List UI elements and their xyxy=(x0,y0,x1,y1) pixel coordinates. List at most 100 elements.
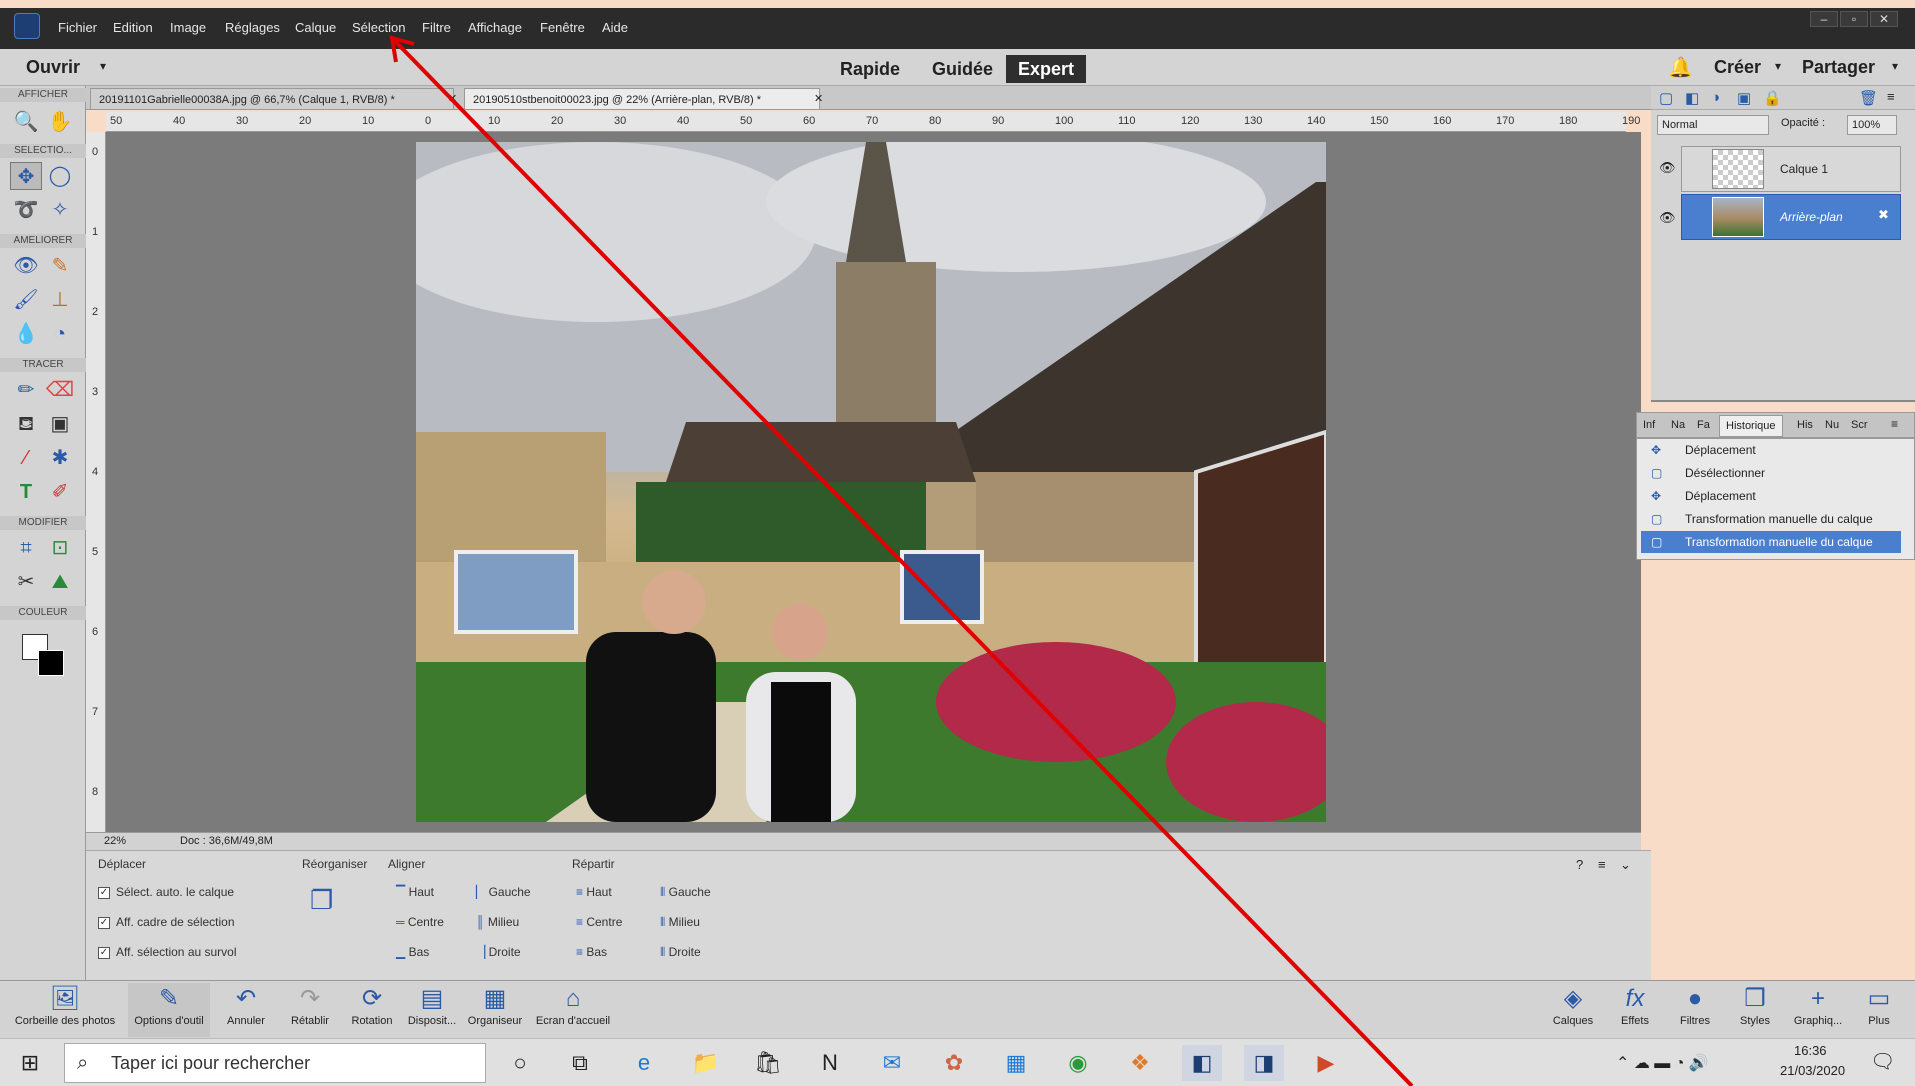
content-aware-move-icon[interactable]: ✂ xyxy=(10,568,42,596)
custom-shape-icon[interactable]: ✱ xyxy=(44,444,76,472)
layer-calque-1[interactable]: Calque 1 xyxy=(1681,146,1901,192)
lasso-icon[interactable]: ➰ xyxy=(10,196,42,224)
file-explorer-icon[interactable]: 📁 xyxy=(686,1045,726,1081)
tab-info[interactable]: Inf xyxy=(1643,419,1655,431)
history-item-selected[interactable]: ▢ Transformation manuelle du calque xyxy=(1641,531,1901,553)
redo-button[interactable]: ↷ Rétablir xyxy=(280,983,340,1037)
effects-button[interactable]: fx Effets xyxy=(1610,983,1660,1037)
menu-aide[interactable]: Aide xyxy=(602,20,628,35)
gradient-icon[interactable]: ▣ xyxy=(44,410,76,438)
menu-selection[interactable]: Sélection xyxy=(352,20,405,35)
crop-icon[interactable]: ⌗ xyxy=(10,534,42,562)
sponge-icon[interactable]: ◔ xyxy=(44,320,76,348)
close-tab-2-icon[interactable]: ✕ xyxy=(814,92,823,105)
blur-icon[interactable]: 💧 xyxy=(10,320,42,348)
photoshop-elements-icon[interactable]: ◧ xyxy=(1182,1045,1222,1081)
distribute-bottom-button[interactable]: ≡ Bas xyxy=(576,945,607,959)
create-button[interactable]: Créer xyxy=(1714,57,1761,78)
chrome-icon[interactable]: ◉ xyxy=(1058,1045,1098,1081)
share-button[interactable]: Partager xyxy=(1802,57,1875,78)
tool-options-button[interactable]: ✎ Options d'outil xyxy=(128,983,210,1037)
history-item[interactable]: ✥ Déplacement xyxy=(1641,485,1901,507)
open-button[interactable]: Ouvrir xyxy=(26,57,80,78)
store-icon[interactable]: 🛍 xyxy=(748,1045,788,1081)
history-item[interactable]: ✥ Déplacement xyxy=(1641,439,1901,461)
history-item[interactable]: ▢ Désélectionner xyxy=(1641,462,1901,484)
taskbar-search-input[interactable]: ⌕ Taper ici pour rechercher xyxy=(64,1043,486,1083)
graphics-button[interactable]: + Graphiq... xyxy=(1790,983,1846,1037)
history-item[interactable]: ▢ Transformation manuelle du calque xyxy=(1641,508,1901,530)
distribute-right-button[interactable]: ⦀ Droite xyxy=(660,945,701,960)
blend-mode-select[interactable]: Normal xyxy=(1657,115,1769,135)
smart-brush-icon[interactable]: 🖌 xyxy=(10,286,42,314)
document-tab-1[interactable]: 20191101Gabrielle00038A.jpg @ 66,7% (Cal… xyxy=(90,88,454,110)
visibility-eye-icon[interactable]: 👁 xyxy=(1659,160,1676,176)
show-bounding-box-checkbox[interactable]: ✓ Aff. cadre de sélection xyxy=(98,915,235,929)
help-icon[interactable]: ? xyxy=(1576,857,1583,872)
trash-icon[interactable]: 🗑 xyxy=(1859,89,1878,107)
lock-icon[interactable]: 🔒 xyxy=(1763,89,1782,107)
home-screen-button[interactable]: ⌂ Ecran d'accueil xyxy=(530,983,616,1037)
move-tool-icon[interactable]: ✥ xyxy=(10,162,42,190)
align-left-button[interactable]: ▏ Gauche xyxy=(476,885,531,899)
menu-affichage[interactable]: Affichage xyxy=(468,20,522,35)
ellipse-marquee-icon[interactable]: ◯ xyxy=(44,162,76,190)
menu-calque[interactable]: Calque xyxy=(295,20,336,35)
distribute-middle-button[interactable]: ⦀ Milieu xyxy=(660,915,700,930)
app-n-icon[interactable]: N xyxy=(810,1045,850,1081)
maximize-button[interactable]: ▫ xyxy=(1840,11,1868,27)
new-group-icon[interactable]: ◧ xyxy=(1685,89,1699,107)
eyedropper-icon[interactable]: ⁄ xyxy=(10,444,42,472)
more-button[interactable]: ▭ Plus xyxy=(1854,983,1904,1037)
history-menu-icon[interactable]: ≡ xyxy=(1891,417,1898,431)
red-eye-icon[interactable]: 👁 xyxy=(10,252,42,280)
arrange-icon[interactable]: ❐ xyxy=(310,885,352,921)
tab-historique[interactable]: Historique xyxy=(1719,415,1783,437)
calendar-icon[interactable]: ▦ xyxy=(996,1045,1036,1081)
rotate-button[interactable]: ⟳ Rotation xyxy=(342,983,402,1037)
menu-fenetre[interactable]: Fenêtre xyxy=(540,20,585,35)
align-top-button[interactable]: ▔ Haut xyxy=(396,885,434,899)
minimize-button[interactable]: – xyxy=(1810,11,1838,27)
menu-fichier[interactable]: Fichier xyxy=(58,20,97,35)
tab-guidee[interactable]: Guidée xyxy=(920,55,1005,83)
clock-time[interactable]: 16:36 xyxy=(1794,1043,1827,1058)
menu-image[interactable]: Image xyxy=(170,20,206,35)
recompose-icon[interactable]: ⊡ xyxy=(44,534,76,562)
notification-bell-icon[interactable]: 🔔 xyxy=(1668,55,1693,80)
styles-button[interactable]: ❒ Styles xyxy=(1730,983,1780,1037)
edge-icon[interactable]: e xyxy=(624,1045,664,1081)
tab-rapide[interactable]: Rapide xyxy=(828,55,912,83)
type-tool-icon[interactable]: T xyxy=(10,478,42,506)
layer-arriere-plan[interactable]: Arrière-plan ✖ xyxy=(1681,194,1901,240)
photos-app-icon[interactable]: ✿ xyxy=(934,1045,974,1081)
tab-expert[interactable]: Expert xyxy=(1006,55,1087,83)
filters-button[interactable]: ● Filtres xyxy=(1670,983,1720,1037)
menu-reglages[interactable]: Réglages xyxy=(225,20,280,35)
app-orange-icon[interactable]: ❖ xyxy=(1120,1045,1160,1081)
close-tab-1-icon[interactable]: ✕ xyxy=(448,92,457,105)
windows-start-icon[interactable]: ⊞ xyxy=(10,1045,50,1081)
tab-histogramme[interactable]: His xyxy=(1797,419,1813,431)
adjustment-layer-icon[interactable]: ◑ xyxy=(1711,89,1720,106)
create-dropdown-icon[interactable]: ▾ xyxy=(1775,59,1781,73)
panel-menu-icon[interactable]: ≡ xyxy=(1887,89,1895,104)
paint-bucket-icon[interactable]: ⛾ xyxy=(10,410,42,438)
undo-button[interactable]: ↶ Annuler xyxy=(216,983,276,1037)
tray-icons[interactable]: ⌃ ☁ ▬ ◔ 🔊 xyxy=(1616,1053,1709,1073)
powerpoint-icon[interactable]: ▶ xyxy=(1306,1045,1346,1081)
align-right-button[interactable]: ▕ Droite xyxy=(476,945,521,959)
options-menu-icon[interactable]: ≡ xyxy=(1598,857,1606,872)
align-bottom-button[interactable]: ▁ Bas xyxy=(396,945,429,959)
photo-bin-button[interactable]: 🖼 Corbeille des photos xyxy=(6,983,124,1037)
cortana-icon[interactable]: ○ xyxy=(500,1045,540,1081)
menu-filtre[interactable]: Filtre xyxy=(422,20,451,35)
clone-stamp-icon[interactable]: ⊥ xyxy=(44,286,76,314)
auto-select-layer-checkbox[interactable]: ✓ Sélect. auto. le calque xyxy=(98,885,234,899)
show-highlight-checkbox[interactable]: ✓ Aff. sélection au survol xyxy=(98,945,237,959)
collapse-icon[interactable]: ⌄ xyxy=(1620,857,1631,873)
tab-nuancier[interactable]: Nu xyxy=(1825,419,1839,431)
brush-icon[interactable]: ✏ xyxy=(10,376,42,404)
organizer-button[interactable]: ▦ Organiseur xyxy=(462,983,528,1037)
document-tab-2[interactable]: 20190510stbenoit00023.jpg @ 22% (Arrière… xyxy=(464,88,820,110)
